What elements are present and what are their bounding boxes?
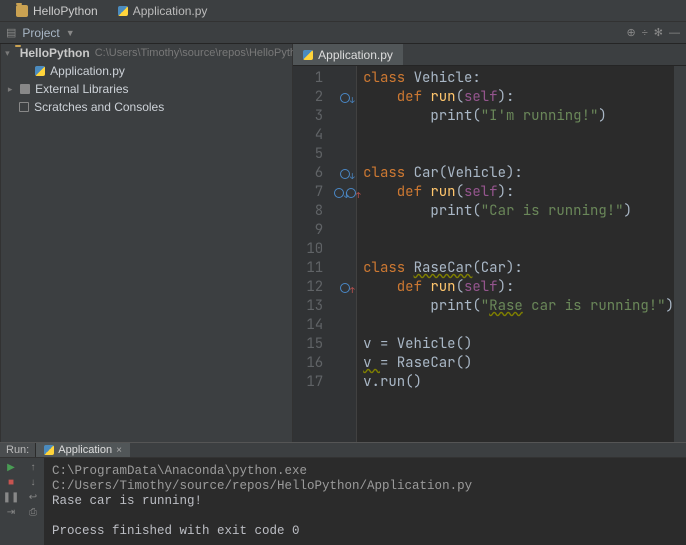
override-up-icon[interactable] [340,283,350,293]
project-toolwindow-label[interactable]: Project [22,26,59,40]
editor-tab-label: Application.py [318,48,393,62]
tree-root-name: HelloPython [20,46,90,60]
main-split: ▾ HelloPython C:\Users\Timothy\source\re… [0,44,686,442]
line-numbers: 1234567891011121314151617 [293,66,333,442]
code-area[interactable]: 1234567891011121314151617 class Vehicle:… [293,66,686,442]
project-toolbar: ▤ Project ▼ ⊕ ÷ ✻ — [0,22,686,44]
down-icon[interactable]: ↓ [31,477,36,488]
console-cmd: C:\ProgramData\Anaconda\python.exe C:/Us… [52,464,678,494]
library-icon [20,84,30,94]
up-icon[interactable]: ↑ [31,462,36,473]
override-down-icon[interactable] [334,188,344,198]
project-tab-label: HelloPython [33,4,98,18]
tree-file-label: Application.py [50,64,125,78]
code-text[interactable]: class Vehicle: def run(self): print("I'm… [357,66,674,442]
project-toolwindow-icon[interactable]: ▤ [6,26,16,39]
hide-icon[interactable]: — [669,27,680,39]
editor: Application.py 1234567891011121314151617… [293,44,686,442]
run-tool-column: ▶ ■ ❚❚ ⇥ [0,458,22,545]
gutter-icons [333,66,357,442]
project-tab[interactable]: HelloPython [6,2,108,20]
chevron-right-icon[interactable]: ▸ [5,84,15,95]
console-output[interactable]: C:\ProgramData\Anaconda\python.exe C:/Us… [44,458,686,545]
run-tool-column-2: ↑ ↓ ↩ ⎙ [22,458,44,545]
tree-ext-label: External Libraries [35,82,128,96]
tree-scratches[interactable]: Scratches and Consoles [1,98,292,116]
main-tabs: HelloPython Application.py [0,0,686,22]
run-header: Run: Application × [0,443,686,458]
python-icon [118,6,128,16]
editor-scrollbar[interactable] [674,66,686,442]
override-down-icon[interactable] [340,169,350,179]
exit-icon[interactable]: ⇥ [7,507,15,518]
python-icon [44,445,54,455]
tree-ext-libs[interactable]: ▸ External Libraries [1,80,292,98]
softwrap-icon[interactable]: ↩ [29,492,37,503]
file-tab[interactable]: Application.py [108,2,218,20]
scratch-icon [19,102,29,112]
console-exit: Process finished with exit code 0 [52,524,678,539]
console-line: Rase car is running! [52,494,678,509]
override-up-icon[interactable] [346,188,356,198]
run-config-tab[interactable]: Application × [36,443,130,457]
settings-icon[interactable]: ✻ [654,26,663,39]
run-body: ▶ ■ ❚❚ ⇥ ↑ ↓ ↩ ⎙ C:\ProgramData\Anaconda… [0,458,686,545]
file-tab-label: Application.py [133,4,208,18]
run-label: Run: [0,443,36,457]
tree-file[interactable]: Application.py [1,62,292,80]
collapse-icon[interactable]: ÷ [642,27,648,39]
chevron-down-icon[interactable]: ▾ [5,48,10,59]
pause-icon[interactable]: ❚❚ [3,492,20,503]
tree-root[interactable]: ▾ HelloPython C:\Users\Timothy\source\re… [1,44,292,62]
run-tab-label: Application [58,444,112,456]
chevron-down-icon[interactable]: ▼ [66,28,75,38]
python-icon [303,50,313,60]
print-icon[interactable]: ⎙ [29,507,37,518]
tree-scratch-label: Scratches and Consoles [34,100,164,114]
editor-tabs: Application.py [293,44,686,66]
tree-root-path: C:\Users\Timothy\source\repos\HelloPytho… [95,47,309,59]
run-panel: Run: Application × ▶ ■ ❚❚ ⇥ ↑ ↓ ↩ ⎙ C:\P… [0,442,686,522]
project-tree: ▾ HelloPython C:\Users\Timothy\source\re… [1,44,293,442]
override-down-icon[interactable] [340,93,350,103]
close-icon[interactable]: × [116,445,122,456]
rerun-icon[interactable]: ▶ [7,462,15,473]
folder-icon [16,5,28,17]
stop-icon[interactable]: ■ [8,477,14,488]
editor-tab[interactable]: Application.py [293,44,403,65]
python-icon [35,66,45,76]
locate-icon[interactable]: ⊕ [627,26,636,39]
